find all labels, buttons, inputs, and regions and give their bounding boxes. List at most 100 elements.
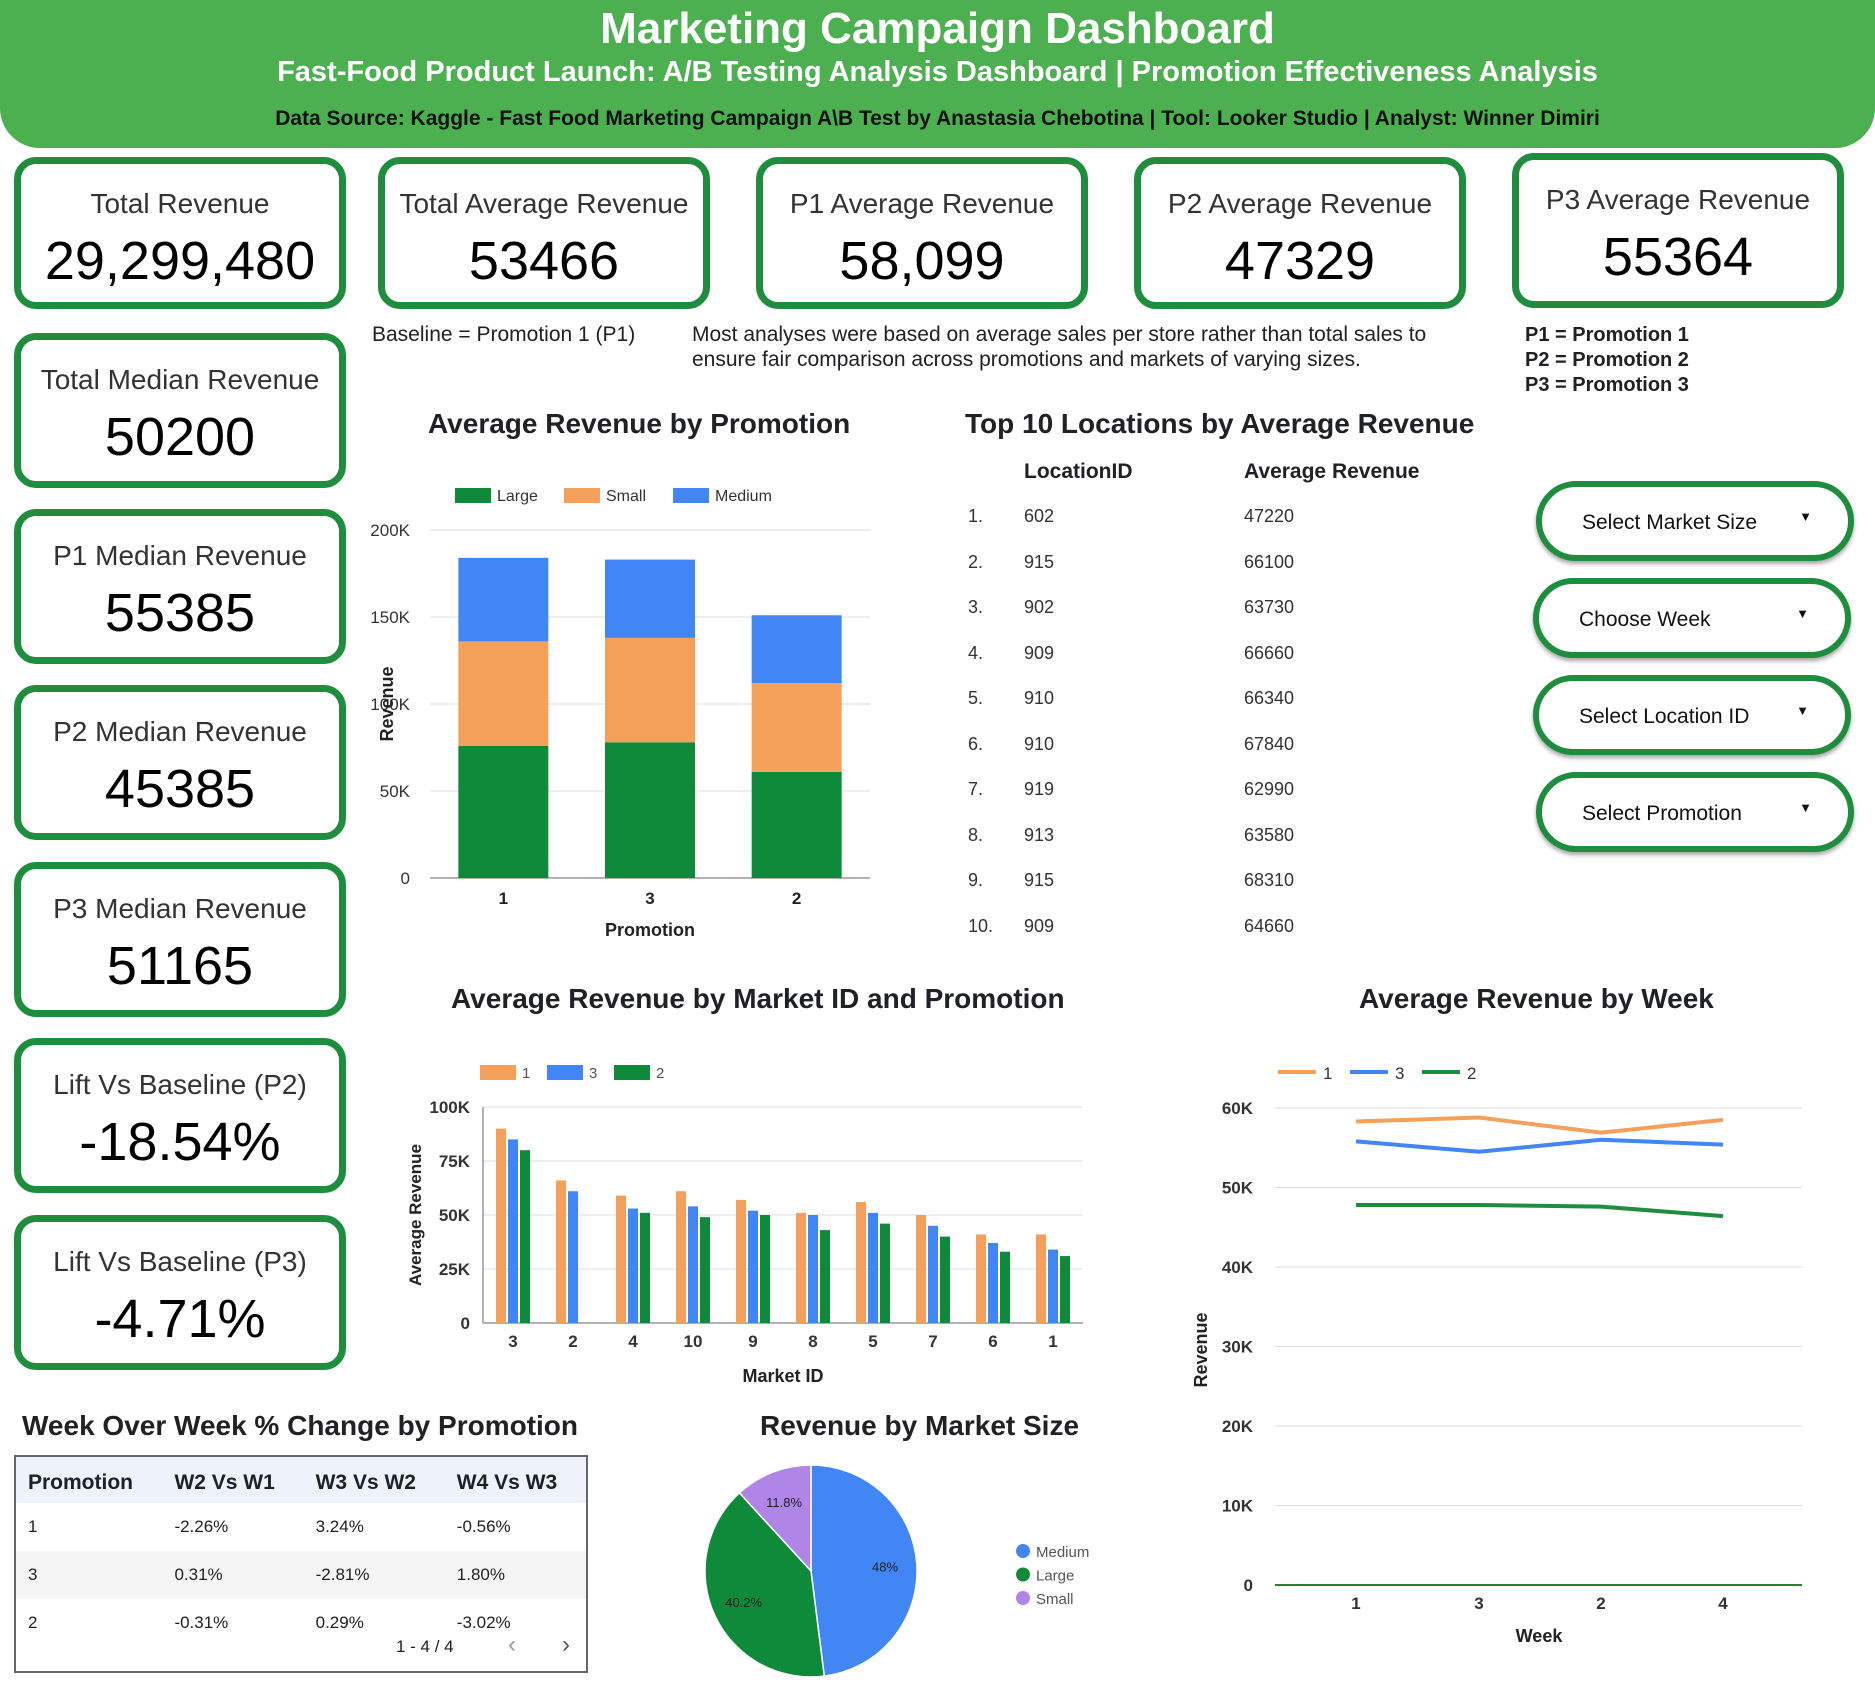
promotion-legend-item: P1 = Promotion 1 <box>1525 324 1689 346</box>
top10-rank: 6. <box>968 733 984 754</box>
top10-revenue: 63730 <box>1244 597 1295 617</box>
top10-revenue: 64660 <box>1244 915 1295 936</box>
bar-segment <box>751 683 842 772</box>
column-header: W4 Vs W3 <box>444 1457 586 1503</box>
top10-location: 915 <box>1024 870 1055 890</box>
data-source-note: Data Source: Kaggle - Fast Food Marketin… <box>275 107 1600 130</box>
dropdown-label: Select Location ID <box>1579 705 1750 728</box>
bar <box>760 1215 770 1323</box>
legend-swatch <box>564 488 600 503</box>
top10-rank: 2. <box>968 551 984 572</box>
x-tick-label: 7 <box>928 1332 937 1351</box>
x-tick-label: 3 <box>508 1332 517 1351</box>
legend-swatch <box>1016 1567 1030 1582</box>
bar <box>688 1206 698 1323</box>
kpi-value: -18.54% <box>79 1112 281 1172</box>
baseline-note: Baseline = Promotion 1 (P1) <box>372 323 636 346</box>
column-header: Promotion <box>16 1457 163 1503</box>
top10-revenue: 66660 <box>1244 642 1295 663</box>
x-tick-label: 2 <box>1596 1594 1605 1613</box>
week-dropdown[interactable]: Choose Week ▼ <box>1533 578 1851 658</box>
wow-title: Week Over Week % Change by Promotion <box>22 1410 579 1441</box>
bar <box>496 1128 506 1323</box>
x-tick-label: 6 <box>988 1332 997 1351</box>
kpi-lift-p2: Lift Vs Baseline (P2) -18.54% <box>14 1038 346 1193</box>
x-axis-label: Market ID <box>742 1366 823 1386</box>
pie-data-label: 11.8% <box>766 1495 802 1510</box>
bar <box>856 1202 866 1323</box>
top10-revenue: 62990 <box>1244 779 1295 799</box>
bar <box>676 1191 686 1323</box>
wow-table: Promotion W2 Vs W1 W3 Vs W2 W4 Vs W3 1 -… <box>14 1455 588 1673</box>
x-tick-label: 9 <box>748 1332 757 1351</box>
bar-segment <box>751 771 842 878</box>
top10-location: 909 <box>1024 915 1055 936</box>
kpi-label: P1 Median Revenue <box>53 540 307 571</box>
kpi-value: 53466 <box>468 231 620 291</box>
bar <box>1048 1249 1058 1323</box>
series-line <box>1355 1137 1724 1154</box>
market-bar-chart: 0 25K 50K 75K 100K 3 2 4 10 9 8 5 7 6 1 Market ID Averag… <box>406 1065 1083 1386</box>
legend-label: 2 <box>656 1065 664 1082</box>
y-tick-label: 100K <box>429 1098 470 1117</box>
y-tick-label: 0 <box>461 1314 470 1333</box>
next-page-icon[interactable]: › <box>562 1631 570 1659</box>
dashboard-header: Marketing Campaign Dashboard Fast-Food P… <box>0 0 1875 148</box>
kpi-label: Lift Vs Baseline (P2) <box>53 1069 307 1100</box>
bar <box>880 1223 890 1323</box>
bar <box>556 1180 566 1323</box>
bar <box>616 1195 626 1323</box>
legend-label: 3 <box>589 1065 597 1082</box>
top10-location: 910 <box>1024 733 1055 754</box>
kpi-p1-median-revenue: P1 Median Revenue 55385 <box>14 509 346 664</box>
legend-label: 1 <box>522 1065 530 1082</box>
top10-col-location: LocationID <box>1024 460 1133 483</box>
market-size-pie-chart: 48% 40.2% 11.8% Medium Large Small <box>704 1464 1089 1678</box>
x-tick-label: 1 <box>1351 1594 1360 1613</box>
top10-revenue: 66340 <box>1244 688 1295 708</box>
kpi-lift-p3: Lift Vs Baseline (P3) -4.71% <box>14 1215 346 1370</box>
pie-data-label: 40.2% <box>725 1595 762 1610</box>
pie-data-label: 48% <box>872 1559 898 1574</box>
x-tick-label: 10 <box>684 1332 703 1351</box>
top10-title: Top 10 Locations by Average Revenue <box>965 408 1475 439</box>
y-tick-label: 10K <box>1222 1497 1254 1516</box>
table-row: 1 -2.26% 3.24% -0.56% <box>16 1503 586 1551</box>
caret-down-icon: ▼ <box>1796 703 1809 718</box>
kpi-total-average-revenue: Total Average Revenue 53466 <box>378 157 710 309</box>
bar <box>796 1212 806 1323</box>
location-id-dropdown[interactable]: Select Location ID ▼ <box>1533 675 1851 755</box>
prev-page-icon[interactable]: ‹ <box>508 1631 516 1659</box>
bar <box>568 1191 578 1323</box>
y-tick-label: 20K <box>1222 1417 1254 1436</box>
market-size-dropdown[interactable]: Select Market Size ▼ <box>1536 481 1854 561</box>
top10-rank: 3. <box>968 597 984 617</box>
bar <box>868 1212 878 1323</box>
kpi-total-median-revenue: Total Median Revenue 50200 <box>14 333 346 488</box>
bar-segment <box>458 557 549 642</box>
dropdown-label: Select Promotion <box>1582 802 1742 825</box>
top10-location: 915 <box>1024 551 1055 572</box>
bar <box>1060 1256 1070 1323</box>
top10-rank: 4. <box>968 642 984 663</box>
y-tick-label: 150K <box>370 608 410 627</box>
bar-segment <box>605 742 695 878</box>
top10-location: 602 <box>1024 506 1055 526</box>
bar <box>748 1210 758 1323</box>
kpi-value: 58,099 <box>839 231 1005 291</box>
table-cell: -0.31% <box>174 1613 229 1632</box>
bar <box>808 1215 818 1323</box>
legend-swatch <box>614 1065 650 1080</box>
y-tick-label: 50K <box>1222 1179 1254 1198</box>
legend-swatch <box>547 1065 583 1080</box>
dropdown-label: Choose Week <box>1579 608 1711 631</box>
table-cell: 3 <box>16 1551 163 1599</box>
x-tick-label: 8 <box>808 1332 817 1351</box>
kpi-label: Lift Vs Baseline (P3) <box>53 1246 307 1277</box>
promotion-dropdown[interactable]: Select Promotion ▼ <box>1536 772 1854 852</box>
kpi-p1-average-revenue: P1 Average Revenue 58,099 <box>756 157 1088 309</box>
legend-swatch <box>1016 1544 1030 1558</box>
promotion-legend-item: P3 = Promotion 3 <box>1525 374 1689 396</box>
table-cell: -2.26% <box>174 1517 229 1536</box>
top10-revenue: 63580 <box>1244 824 1295 845</box>
